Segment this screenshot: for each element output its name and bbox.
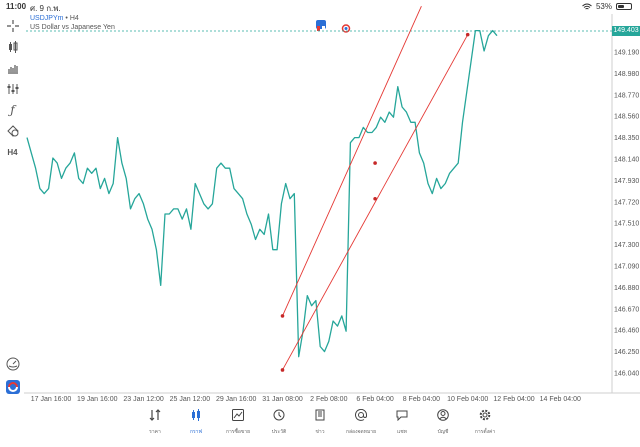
y-tick-label: 147.720 (614, 199, 639, 206)
nav-quotes[interactable]: ราคา (137, 409, 173, 436)
x-tick-label: 17 Jan 16:00 (31, 396, 72, 403)
nav-mailbox[interactable]: กล่องจดหมาย (343, 409, 379, 436)
channel-line[interactable] (282, 34, 469, 371)
price-chart[interactable]: 149.190 148.980 148.770 148.560 148.350 148.1… (0, 0, 640, 404)
x-tick-label: 2 Feb 08:00 (310, 396, 347, 403)
nav-accounts[interactable]: บัญชี (425, 409, 461, 436)
channel-anchor-point[interactable] (373, 196, 377, 201)
y-tick-label: 148.140 (614, 157, 639, 164)
channel-anchor-point[interactable] (465, 32, 470, 37)
channel-line[interactable] (282, 5, 422, 317)
chart-icon (192, 409, 200, 421)
chat-icon (396, 410, 408, 421)
nav-settings[interactable]: การตั้งค่า (467, 409, 503, 436)
mailbox-icon (355, 409, 367, 421)
nav-chart[interactable]: กราฟ (178, 409, 214, 436)
y-tick-label: 146.460 (614, 328, 639, 335)
nav-label: กล่องจดหมาย (345, 429, 377, 435)
y-tick-label: 146.250 (614, 349, 639, 356)
y-tick-label: 146.880 (614, 285, 639, 292)
channel-anchor-point[interactable] (280, 368, 285, 372)
bottom-navigation: ราคา กราฟ การซื้อขาย ประวัติ ข่าว กล่องจ… (0, 404, 640, 447)
quotes-icon (149, 409, 161, 421)
y-tick-label: 147.300 (614, 242, 639, 249)
x-tick-label: 23 Jan 12:00 (123, 396, 164, 403)
account-icon (437, 409, 449, 421)
price-series (26, 29, 498, 358)
nav-trade[interactable]: การซื้อขาย (220, 409, 256, 436)
y-tick-label: 146.040 (614, 371, 639, 378)
x-tick-label: 14 Feb 04:00 (540, 396, 581, 403)
settings-icon (479, 409, 491, 421)
y-tick-label: 148.560 (614, 114, 639, 121)
nav-news[interactable]: ข่าว (302, 409, 338, 436)
current-price-tag: 149.403 (612, 26, 640, 36)
price-axis: 149.190 148.980 148.770 148.560 148.350 148.1… (614, 50, 639, 378)
x-tick-label: 19 Jan 16:00 (77, 396, 118, 403)
y-tick-label: 147.930 (614, 178, 639, 185)
nav-label: กราฟ (189, 429, 203, 435)
nav-label: บัญชี (437, 429, 449, 435)
y-tick-label: 146.670 (614, 306, 639, 313)
y-tick-label: 147.090 (614, 264, 639, 271)
channel-anchor-point[interactable] (373, 161, 377, 165)
channel-anchor-point[interactable] (280, 314, 285, 318)
x-tick-label: 31 Jan 08:00 (262, 396, 303, 403)
price-line (26, 29, 498, 358)
nav-label: ข่าว (315, 429, 325, 435)
y-tick-label: 149.190 (614, 50, 639, 57)
nav-label: แชท (397, 429, 407, 435)
y-tick-label: 147.510 (614, 221, 639, 228)
nav-label: การตั้งค่า (474, 429, 496, 435)
news-icon (315, 409, 325, 421)
x-tick-label: 29 Jan 16:00 (216, 396, 257, 403)
nav-chat[interactable]: แชท (384, 409, 420, 436)
x-tick-label: 10 Feb 04:00 (447, 396, 488, 403)
trade-icon (232, 409, 244, 421)
y-tick-label: 148.350 (614, 135, 639, 142)
x-tick-label: 12 Feb 04:00 (493, 396, 534, 403)
nav-history[interactable]: ประวัติ (261, 409, 297, 436)
time-axis: 17 Jan 16:00 19 Jan 16:00 23 Jan 12:00 25 J… (31, 396, 581, 403)
x-tick-label: 25 Jan 12:00 (170, 396, 211, 403)
y-tick-label: 148.980 (614, 71, 639, 78)
y-tick-label: 148.770 (614, 92, 639, 99)
nav-label: ราคา (149, 429, 161, 435)
nav-label: ประวัติ (271, 429, 287, 435)
nav-label: การซื้อขาย (225, 429, 251, 435)
x-tick-label: 8 Feb 04:00 (403, 396, 440, 403)
x-tick-label: 6 Feb 04:00 (356, 396, 393, 403)
history-icon (273, 409, 285, 421)
